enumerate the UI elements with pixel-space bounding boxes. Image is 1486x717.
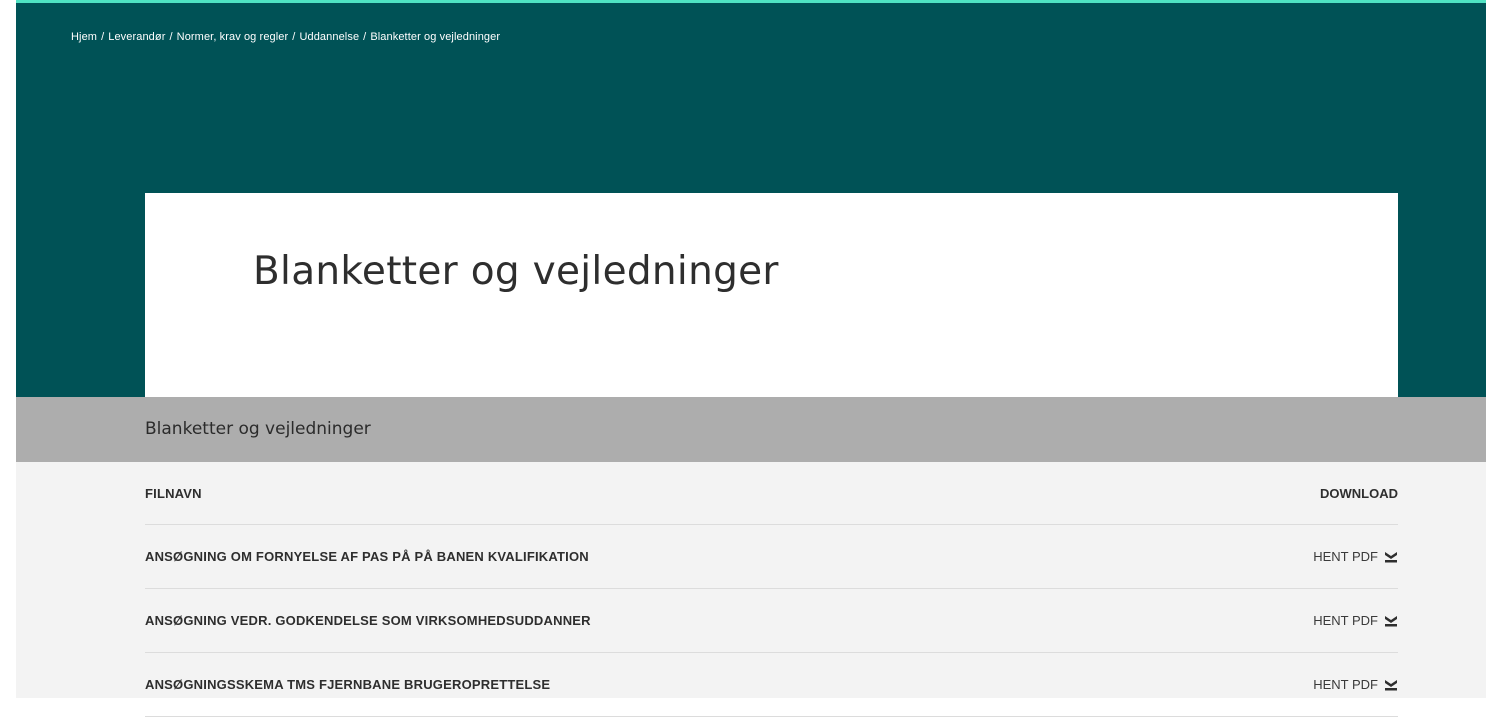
breadcrumb: Hjem / Leverandør / Normer, krav og regler / U…: [71, 31, 500, 43]
download-icon: [1385, 615, 1397, 626]
table-row: ANSØGNINGSSKEMA TMS FJERNBANE BRUGEROPRE…: [145, 653, 1398, 717]
section-title: Blanketter og vejledninger: [145, 419, 371, 439]
breadcrumb-item-current: Blanketter og vejledninger: [370, 31, 501, 43]
download-pdf-link[interactable]: HENT PDF: [1313, 613, 1398, 628]
column-header-filename: FILNAVN: [145, 485, 202, 501]
download-icon: [1385, 551, 1397, 562]
download-pdf-link[interactable]: HENT PDF: [1313, 549, 1398, 564]
title-card: Blanketter og vejledninger: [145, 193, 1398, 397]
file-name: ANSØGNING VEDR. GODKENDELSE SOM VIRKSOMH…: [145, 613, 591, 628]
table-header-row: FILNAVN DOWNLOAD: [145, 462, 1398, 525]
files-table-area: FILNAVN DOWNLOAD ANSØGNING OM FORNYELSE …: [16, 462, 1486, 717]
breadcrumb-item-uddannelse[interactable]: Uddannelse: [299, 31, 359, 43]
file-name: ANSØGNING OM FORNYELSE AF PAS PÅ PÅ BANE…: [145, 549, 589, 564]
table-row: ANSØGNING OM FORNYELSE AF PAS PÅ PÅ BANE…: [145, 525, 1398, 589]
column-header-download: DOWNLOAD: [1320, 485, 1398, 501]
page-left-margin: [0, 0, 16, 698]
download-icon: [1385, 679, 1397, 690]
download-link-label: HENT PDF: [1313, 613, 1378, 628]
download-pdf-link[interactable]: HENT PDF: [1313, 677, 1398, 692]
breadcrumb-separator: /: [292, 31, 296, 43]
download-link-label: HENT PDF: [1313, 549, 1378, 564]
files-table: FILNAVN DOWNLOAD ANSØGNING OM FORNYELSE …: [145, 462, 1398, 717]
breadcrumb-separator: /: [363, 31, 367, 43]
download-link-label: HENT PDF: [1313, 677, 1378, 692]
section-header: Blanketter og vejledninger: [16, 397, 1486, 462]
breadcrumb-separator: /: [169, 31, 173, 43]
breadcrumb-item-leverandor[interactable]: Leverandør: [108, 31, 165, 43]
hero-accent-line: [16, 0, 1486, 3]
breadcrumb-item-hjem[interactable]: Hjem: [71, 31, 97, 43]
breadcrumb-item-normer[interactable]: Normer, krav og regler: [177, 31, 289, 43]
table-row: ANSØGNING VEDR. GODKENDELSE SOM VIRKSOMH…: [145, 589, 1398, 653]
page-title: Blanketter og vejledninger: [253, 249, 779, 294]
breadcrumb-separator: /: [101, 31, 105, 43]
file-name: ANSØGNINGSSKEMA TMS FJERNBANE BRUGEROPRE…: [145, 677, 551, 692]
